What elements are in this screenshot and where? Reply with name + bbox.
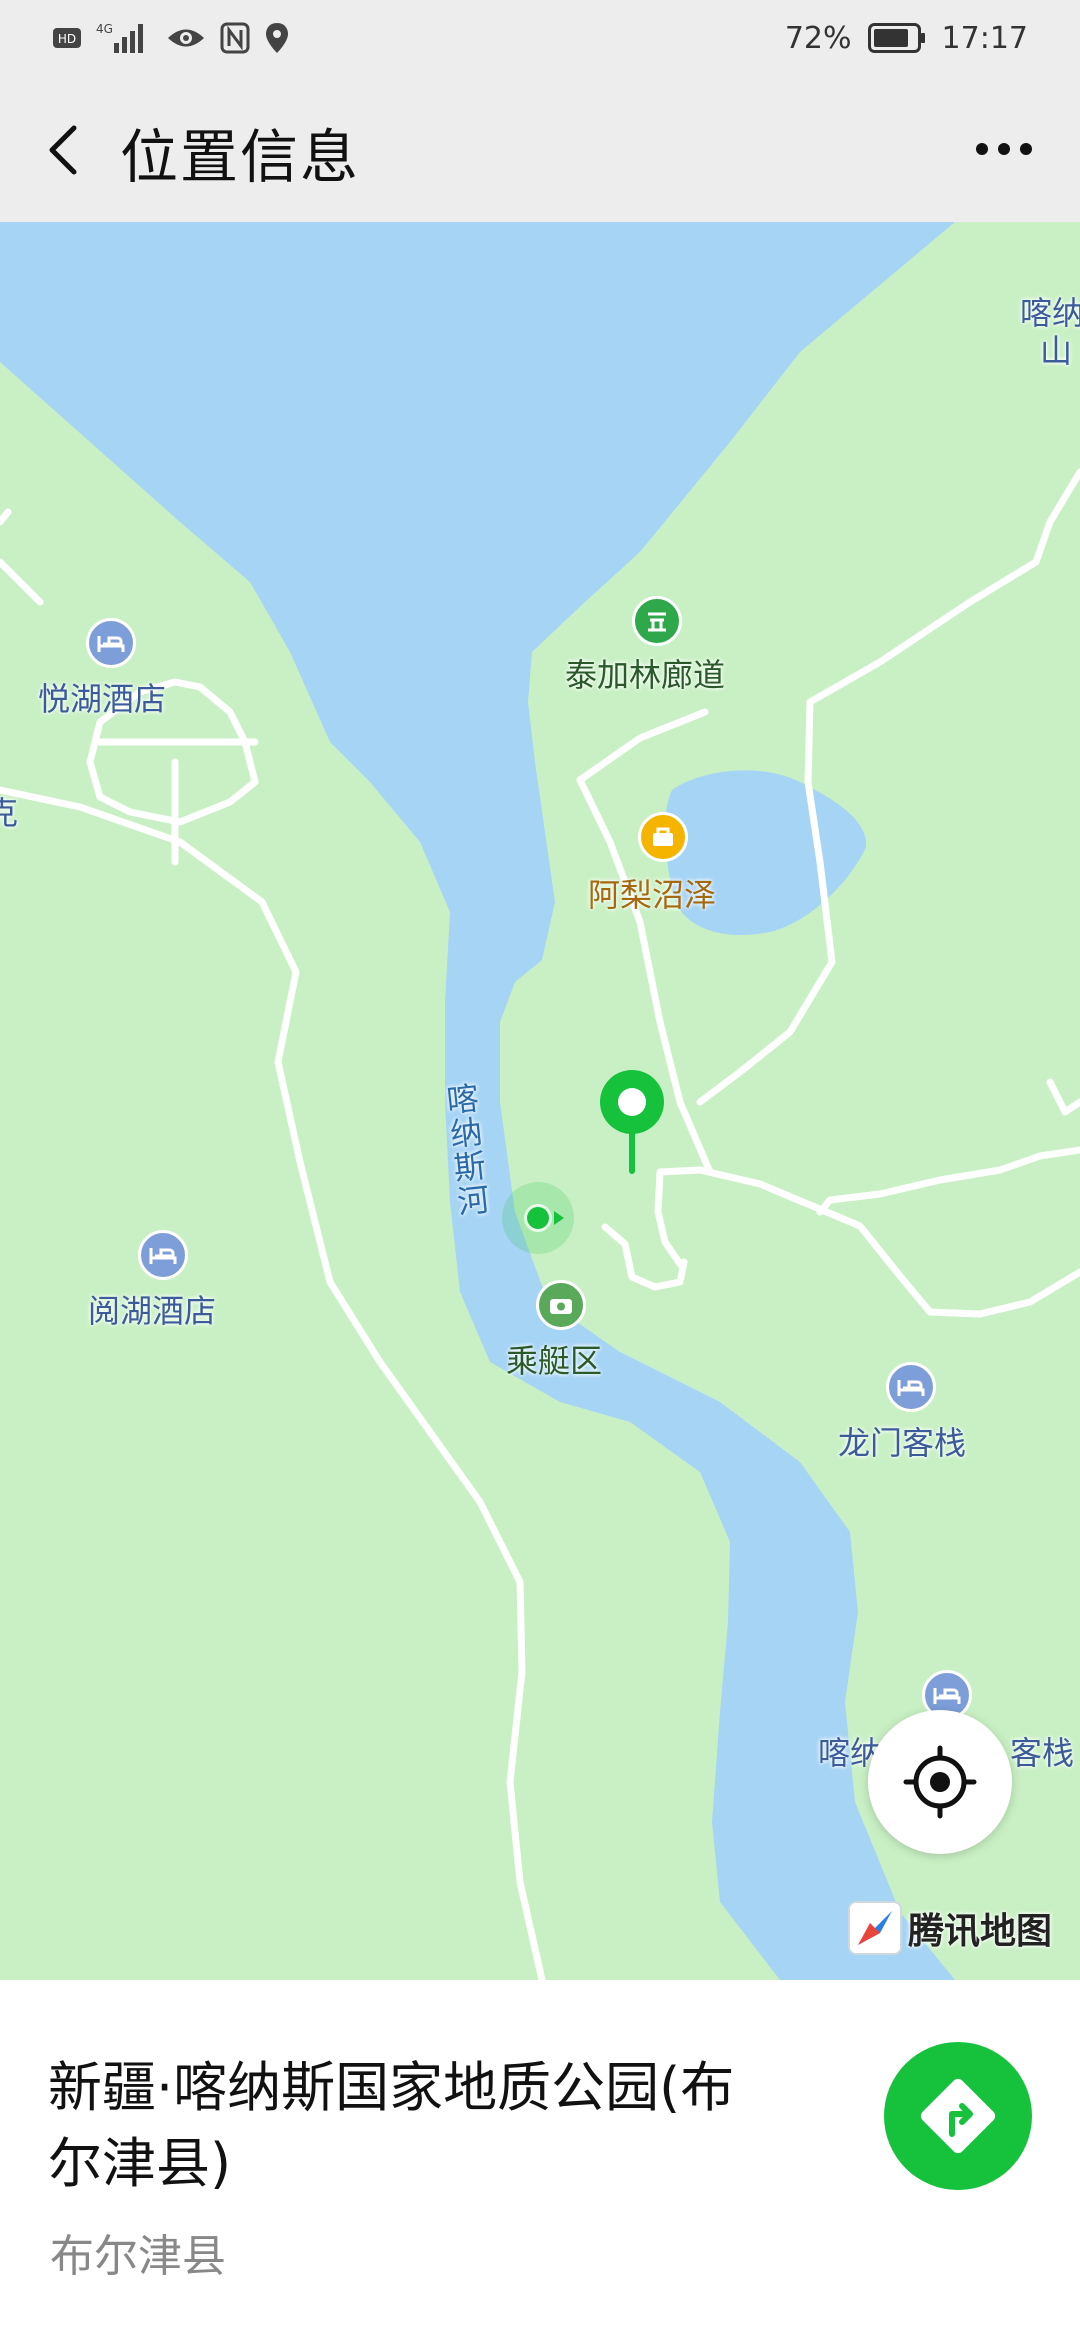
hotel-icon[interactable] [86, 618, 136, 668]
map-view[interactable]: 泰加林廊道 悦湖酒店 克 阿梨沼泽 喀纳斯河 阅湖酒店 乘艇区 龙门客栈 喀纳 … [0, 222, 1080, 1980]
title-bar: 位置信息 [0, 74, 1080, 222]
heading-arrow-icon [554, 1211, 564, 1225]
label-yuehu-hotel2: 阅湖酒店 [88, 1292, 217, 1330]
label-left-edge: 克 [0, 794, 19, 832]
4g-signal-icon: 4G [96, 22, 143, 53]
navigate-button[interactable] [884, 2042, 1032, 2190]
eye-icon [168, 29, 204, 47]
back-button[interactable] [30, 114, 100, 184]
svg-text:HD: HD [58, 32, 76, 46]
chevron-left-icon [49, 125, 77, 175]
label-boat-area: 乘艇区 [506, 1342, 603, 1380]
current-location-dot [502, 1182, 574, 1254]
page-title: 位置信息 [120, 123, 361, 191]
svg-text:4G: 4G [96, 22, 113, 36]
park-poi-icon[interactable] [632, 596, 682, 646]
label-top-right-b: 山 [1040, 332, 1073, 370]
hotel-icon[interactable] [138, 1230, 188, 1280]
location-icon [266, 23, 288, 53]
hd-icon: HD [53, 28, 81, 48]
place-subtitle: 布尔津县 [50, 2231, 226, 2282]
camera-poi-icon[interactable] [536, 1280, 586, 1330]
more-dots-icon [976, 143, 1032, 155]
label-ali-swamp: 阿梨沼泽 [588, 876, 717, 914]
map-provider-name: 腾讯地图 [908, 1911, 1053, 1952]
status-icons: HD 4G [52, 18, 290, 58]
label-kanas-inn-b: 客栈 [1010, 1734, 1075, 1772]
label-longmen: 龙门客栈 [838, 1424, 967, 1462]
label-yuehu-hotel: 悦湖酒店 [38, 680, 167, 718]
nfc-icon [220, 22, 250, 54]
label-taijialin: 泰加林廊道 [565, 656, 726, 694]
place-name: 新疆·喀纳斯国家地质公园(布尔津县) [48, 2056, 735, 2195]
hotel-icon[interactable] [886, 1362, 936, 1412]
locate-button[interactable] [868, 1710, 1012, 1854]
more-button[interactable] [964, 124, 1044, 174]
crosshair-icon [903, 1745, 977, 1819]
battery-icon [867, 23, 925, 53]
tencent-map-logo-icon [848, 1901, 902, 1955]
place-info-panel: 新疆·喀纳斯国家地质公园(布尔津县) 布尔津县 [0, 1980, 1080, 2340]
map-provider-logo: 腾讯地图 [848, 1900, 1052, 1956]
status-bar: HD 4G 72% 17:17 [0, 0, 1080, 74]
status-right: 72% 17:17 [785, 18, 1028, 58]
destination-pin [600, 1070, 664, 1174]
attraction-poi-icon[interactable] [638, 812, 688, 862]
battery-percent: 72% [784, 20, 852, 56]
navigation-arrow-icon [920, 2078, 996, 2154]
clock: 17:17 [941, 20, 1028, 56]
